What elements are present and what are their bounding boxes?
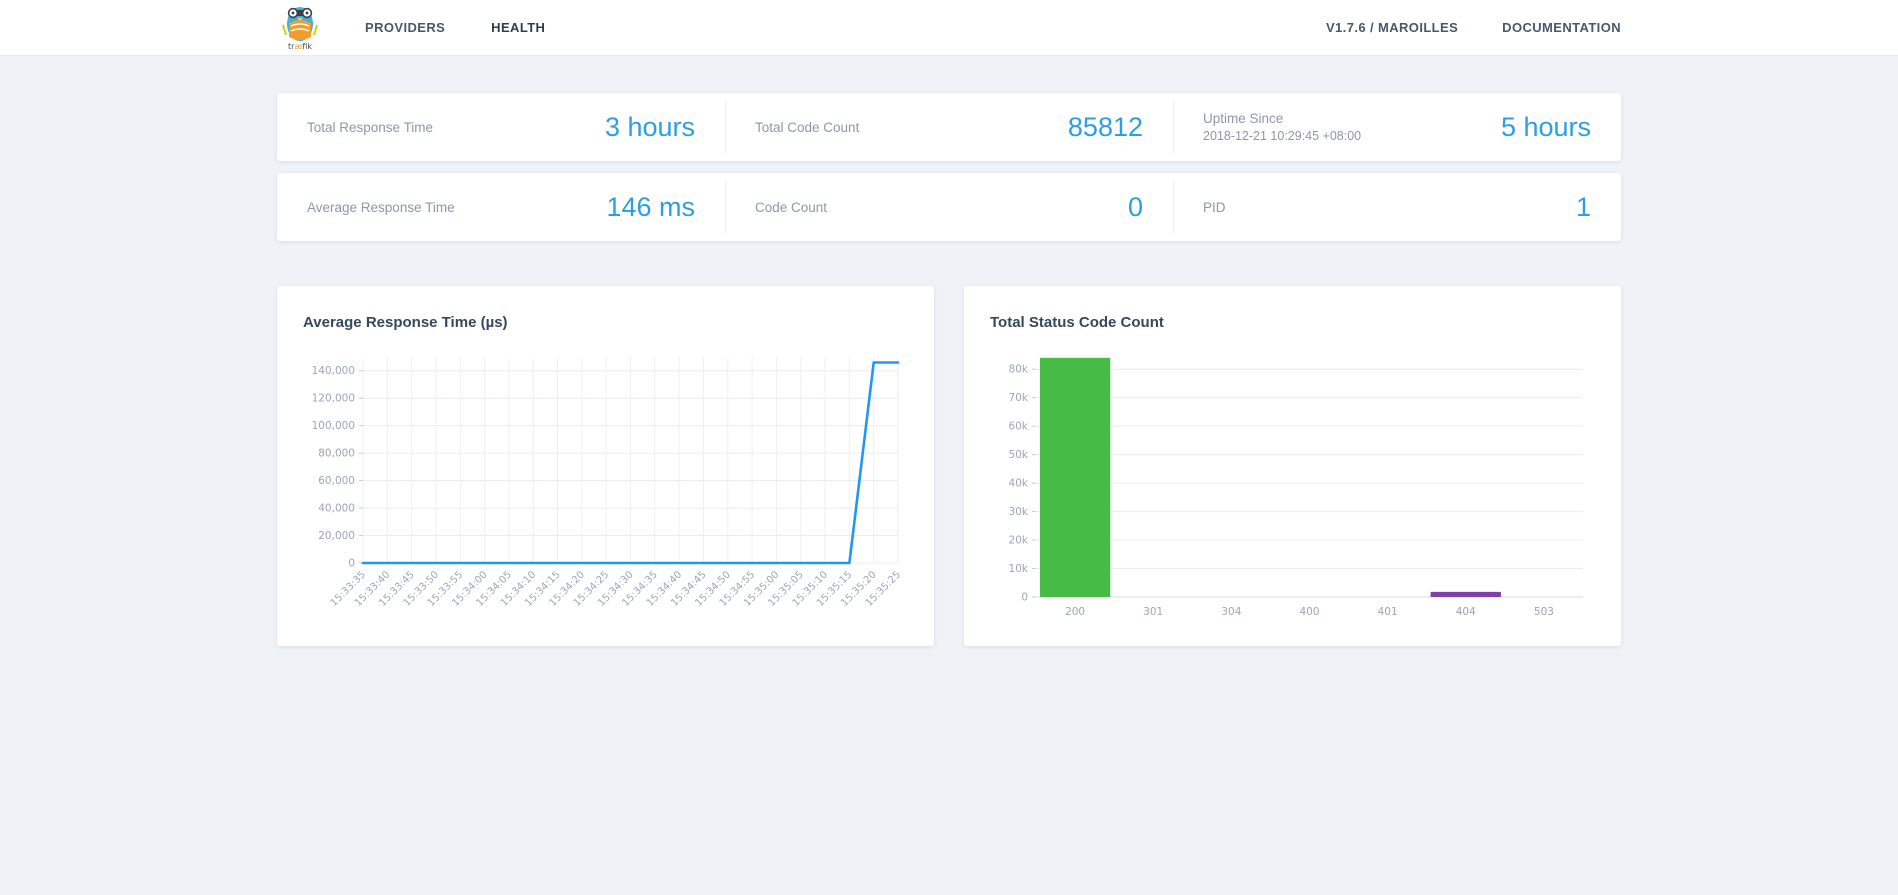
svg-text:50k: 50k xyxy=(1009,449,1029,461)
status-code-bar-chart: 0 10k 20k 30k 40k 50k 60k 70k 80k 200 301 304 400 401… xyxy=(1009,357,1583,618)
stat-value: 5 hours xyxy=(1500,111,1591,142)
stat-value: 3 hours xyxy=(604,111,695,142)
stat-label: Average Response Time xyxy=(307,199,455,215)
version-label: V1.7.6 / MAROILLES xyxy=(1325,20,1459,35)
stat-code-count: Code Count 0 xyxy=(725,173,1173,241)
svg-text:20,000: 20,000 xyxy=(318,530,355,542)
app-header: træfik PROVIDERS HEALTH V1.7.6 / MAROILL… xyxy=(0,0,1898,56)
svg-text:401: 401 xyxy=(1378,606,1398,618)
svg-text:301: 301 xyxy=(1143,606,1163,618)
stat-card-row1: Total Response Time 3 hours Total Code C… xyxy=(277,93,1621,161)
stat-total-code-count: Total Code Count 85812 xyxy=(725,93,1173,161)
main-nav: PROVIDERS HEALTH xyxy=(365,20,545,35)
stat-sublabel: 2018-12-21 10:29:45 +08:00 xyxy=(1203,129,1362,143)
svg-text:60k: 60k xyxy=(1009,421,1029,433)
stat-value: 0 xyxy=(1127,191,1143,222)
svg-text:30k: 30k xyxy=(1009,506,1029,518)
svg-text:120,000: 120,000 xyxy=(312,393,355,405)
stat-label: Uptime Since xyxy=(1203,111,1284,126)
status-code-chart-card: Total Status Code Count 0 10k 20k 30k 40k 50k… xyxy=(964,286,1621,646)
nav-item-providers[interactable]: PROVIDERS xyxy=(365,20,445,35)
response-time-chart-card: Average Response Time (µs) 0 20,000 40,000… xyxy=(277,286,934,646)
chart-title: Total Status Code Count xyxy=(990,314,1164,331)
stat-total-response-time: Total Response Time 3 hours xyxy=(277,93,725,161)
traefik-logo[interactable]: træfik xyxy=(277,3,323,53)
nav-item-documentation[interactable]: DOCUMENTATION xyxy=(1502,20,1621,35)
stat-pid: PID 1 xyxy=(1173,173,1621,241)
stat-card-row2: Average Response Time 146 ms Code Count … xyxy=(277,173,1621,241)
svg-text:0: 0 xyxy=(348,558,355,570)
svg-text:503: 503 xyxy=(1534,606,1554,618)
stat-label: Code Count xyxy=(755,199,828,215)
svg-text:0: 0 xyxy=(1021,592,1028,604)
svg-text:80,000: 80,000 xyxy=(318,448,355,460)
stat-uptime-since: Uptime Since 2018-12-21 10:29:45 +08:00 … xyxy=(1173,93,1621,161)
traefik-gopher-icon: træfik xyxy=(282,6,318,51)
chart-title: Average Response Time (µs) xyxy=(303,314,508,331)
svg-text:140,000: 140,000 xyxy=(312,365,355,377)
svg-text:60,000: 60,000 xyxy=(318,475,355,487)
stat-label: PID xyxy=(1203,199,1226,215)
response-time-line-chart: 0 20,000 40,000 60,000 80,000 100,000 120,000 1… xyxy=(312,357,903,609)
svg-text:20k: 20k xyxy=(1009,535,1029,547)
charts-row: Average Response Time (µs) 0 20,000 40,000… xyxy=(277,286,1621,646)
svg-text:304: 304 xyxy=(1221,606,1241,618)
header-right: V1.7.6 / MAROILLES DOCUMENTATION xyxy=(1326,20,1621,35)
svg-text:400: 400 xyxy=(1299,606,1319,618)
stat-value: 146 ms xyxy=(606,191,695,222)
svg-text:200: 200 xyxy=(1065,606,1085,618)
svg-text:træfik: træfik xyxy=(288,42,312,51)
svg-text:100,000: 100,000 xyxy=(312,420,355,432)
svg-text:10k: 10k xyxy=(1009,563,1029,575)
svg-text:40,000: 40,000 xyxy=(318,503,355,515)
svg-text:70k: 70k xyxy=(1009,392,1029,404)
svg-text:80k: 80k xyxy=(1009,364,1029,376)
svg-text:404: 404 xyxy=(1456,606,1476,618)
stat-value: 85812 xyxy=(1067,111,1143,142)
stat-average-response-time: Average Response Time 146 ms xyxy=(277,173,725,241)
stat-value: 1 xyxy=(1575,191,1591,222)
stat-label: Total Response Time xyxy=(307,119,434,135)
stat-label: Total Code Count xyxy=(755,119,860,135)
nav-item-health[interactable]: HEALTH xyxy=(491,20,545,35)
svg-text:40k: 40k xyxy=(1009,478,1029,490)
